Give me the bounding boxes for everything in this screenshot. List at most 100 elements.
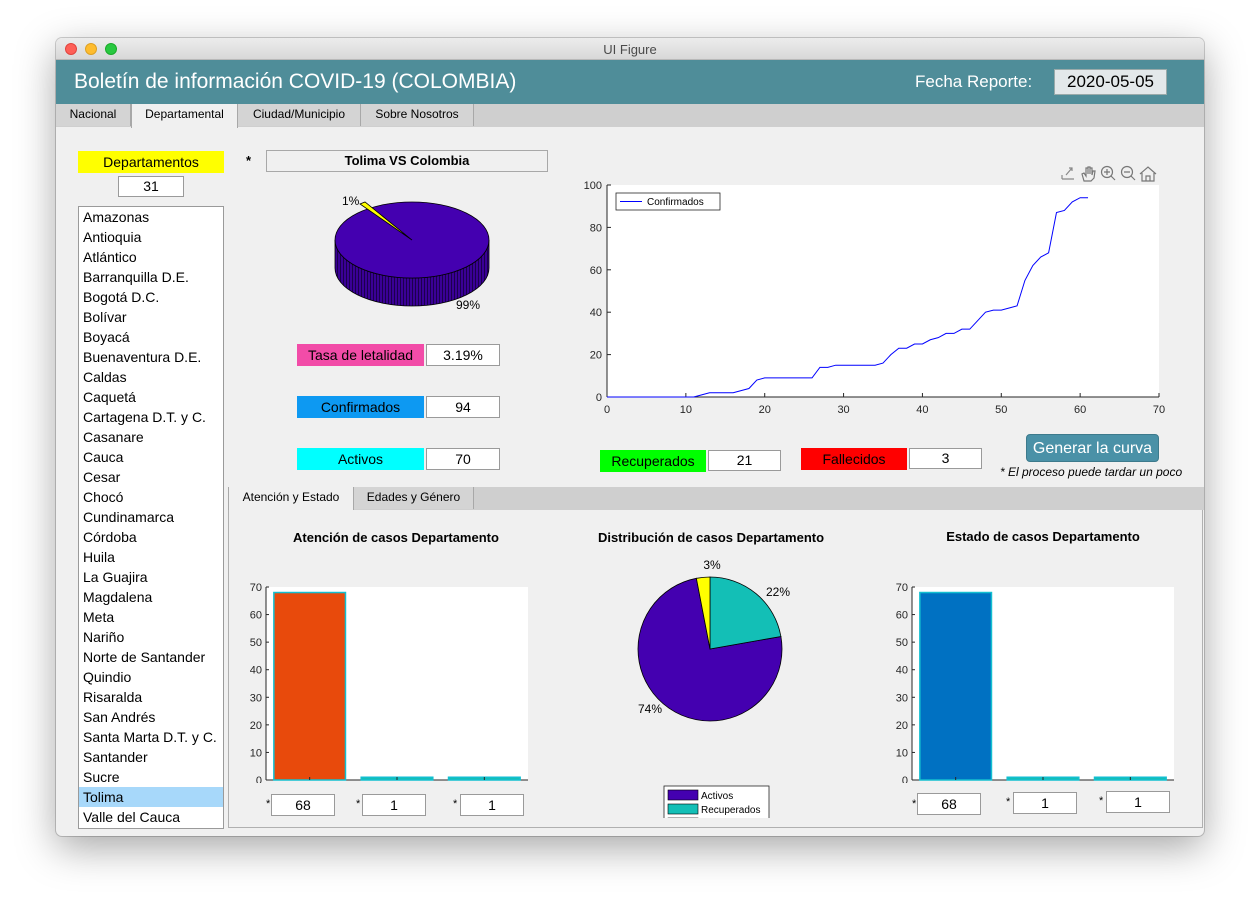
dept-item[interactable]: Amazonas: [79, 207, 223, 227]
departamentos-list[interactable]: Amazonas Antioquia Atlántico Barranquilla D…: [78, 206, 224, 829]
atencion-y-tick-label: 40: [250, 665, 262, 677]
dept-item[interactable]: Santa Marta D.T. y C.: [79, 727, 223, 747]
report-date-field[interactable]: 2020-05-05: [1054, 69, 1167, 95]
dept-item[interactable]: Atlántico: [79, 247, 223, 267]
dept-item[interactable]: Sucre: [79, 767, 223, 787]
dept-item[interactable]: Cartagena D.T. y C.: [79, 407, 223, 427]
dept-item[interactable]: Barranquilla D.E.: [79, 267, 223, 287]
process-note: * El proceso puede tardar un poco: [1000, 465, 1183, 479]
x-tick-label: 50: [995, 404, 1007, 416]
confirmados-label: Confirmados: [297, 396, 424, 418]
x-tick-label: 0: [604, 404, 610, 416]
fallecidos-field: 3: [909, 448, 982, 469]
dept-item[interactable]: Magdalena: [79, 587, 223, 607]
dept-item[interactable]: Quindio: [79, 667, 223, 687]
pie-legend-swatch: [667, 803, 699, 815]
x-tick-label: 20: [759, 404, 771, 416]
hospital-uci-field: 1: [460, 794, 524, 816]
dept-item[interactable]: Bogotá D.C.: [79, 287, 223, 307]
report-date-label: Fecha Reporte:: [915, 72, 1033, 91]
dept-item[interactable]: Antioquia: [79, 227, 223, 247]
pie-legend: ActivosRecuperadosFallecidos: [663, 785, 770, 818]
estado-y-tick-label: 40: [896, 665, 908, 677]
estado-chart-title: Estado de casos Departamento: [946, 529, 1140, 544]
y-tick-label: 20: [590, 350, 602, 362]
x-tick-label: 10: [680, 404, 692, 416]
window-title: UI Figure: [603, 42, 657, 57]
atencion-y-tick-label: 60: [250, 610, 262, 622]
dept-item[interactable]: Cesar: [79, 467, 223, 487]
estado-y-tick-label: 70: [896, 582, 908, 594]
line-legend: Confirmados: [615, 192, 721, 211]
tab-departamental[interactable]: Departamental: [131, 104, 238, 128]
x-tick-label: 70: [1153, 404, 1165, 416]
atencion-y-tick-label: 30: [250, 692, 262, 704]
estado-y-tick-label: 0: [902, 775, 908, 783]
dept-item[interactable]: Caldas: [79, 367, 223, 387]
dept-item[interactable]: Valle del Cauca: [79, 807, 223, 827]
tab-edades-genero[interactable]: Edades y Género: [354, 487, 474, 509]
tasa-letalidad-label: Tasa de letalidad: [297, 344, 424, 366]
tab-ciudad-municipio[interactable]: Ciudad/Municipio: [238, 104, 361, 126]
dept-item[interactable]: Caquetá: [79, 387, 223, 407]
estado-bar-chart: 010203040506070LeveModeradoGrave: [896, 582, 1174, 783]
recuperados-label: Recuperados: [600, 450, 706, 472]
pie-label: 3%: [703, 558, 721, 572]
generar-curva-button[interactable]: Generar la curva: [1026, 434, 1159, 462]
confirmados-field: 94: [426, 396, 500, 418]
dept-item[interactable]: Buenaventura D.E.: [79, 347, 223, 367]
estado-y-tick-label: 10: [896, 747, 908, 759]
dept-item[interactable]: Chocó: [79, 487, 223, 507]
dept-item[interactable]: Casanare: [79, 427, 223, 447]
dept-item[interactable]: Córdoba: [79, 527, 223, 547]
plot-area: [607, 185, 1159, 397]
dept-item[interactable]: Cauca: [79, 447, 223, 467]
dept-item[interactable]: San Andrés: [79, 707, 223, 727]
dept-item[interactable]: La Guajira: [79, 567, 223, 587]
dept-item[interactable]: Nariño: [79, 627, 223, 647]
dept-item[interactable]: Boyacá: [79, 327, 223, 347]
tab-atencion-estado[interactable]: Atención y Estado: [228, 487, 354, 511]
tab-sobre-nosotros[interactable]: Sobre Nosotros: [361, 104, 474, 126]
distribucion-pie-chart: 74%22%3%ActivosRecuperadosFallecidos: [637, 558, 790, 818]
en-casa-field: 68: [271, 794, 335, 816]
estado-star-2: *: [1099, 795, 1104, 807]
atencion-bar: [273, 591, 347, 781]
app-header: Boletín de información COVID-19 (COLOMBI…: [56, 60, 1204, 104]
atencion-star-2: *: [453, 798, 458, 810]
estado-star-0: *: [912, 798, 917, 810]
dept-item[interactable]: Meta: [79, 607, 223, 627]
dept-item[interactable]: Norte de Santander: [79, 647, 223, 667]
estado-y-tick-label: 60: [896, 610, 908, 622]
estado-star-1: *: [1006, 796, 1011, 808]
sub-tab-bar: Atención y Estado Edades y Género: [228, 487, 1204, 511]
dept-item[interactable]: Risaralda: [79, 687, 223, 707]
estado-y-tick-label: 50: [896, 637, 908, 649]
atencion-y-tick-label: 0: [256, 775, 262, 783]
hospital-field: 1: [362, 794, 426, 816]
y-tick-label: 0: [596, 392, 602, 404]
dept-item[interactable]: Bolívar: [79, 307, 223, 327]
atencion-y-tick-label: 50: [250, 637, 262, 649]
pie-legend-label: Activos: [701, 791, 733, 802]
app-title: Boletín de información COVID-19 (COLOMBI…: [74, 70, 517, 93]
atencion-bar-chart: 010203040506070En CasaHospitalHospital U…: [250, 582, 528, 783]
dept-item[interactable]: Huila: [79, 547, 223, 567]
recuperados-field: 21: [708, 450, 781, 471]
y-tick-label: 100: [584, 180, 602, 192]
activos-label: Activos: [297, 448, 424, 470]
moderado-field: 1: [1013, 792, 1077, 814]
atencion-y-tick-label: 70: [250, 582, 262, 594]
dept-item[interactable]: Santander: [79, 747, 223, 767]
estado-y-tick-label: 30: [896, 692, 908, 704]
comparison-title: Tolima VS Colombia: [266, 150, 548, 172]
dept-item[interactable]: Cundinamarca: [79, 507, 223, 527]
x-tick-label: 60: [1074, 404, 1086, 416]
tab-nacional[interactable]: Nacional: [56, 104, 131, 126]
confirmados-line-chart: 0 10 20 30 40 50 60 70 0 20 40 60 80 100 Confirmados: [584, 180, 1165, 416]
dept-item[interactable]: Tolima: [79, 787, 223, 807]
comparison-star: *: [246, 153, 252, 168]
fallecidos-label: Fallecidos: [801, 448, 907, 470]
estado-bar: [919, 591, 993, 781]
legend-label: Confirmados: [647, 197, 704, 208]
